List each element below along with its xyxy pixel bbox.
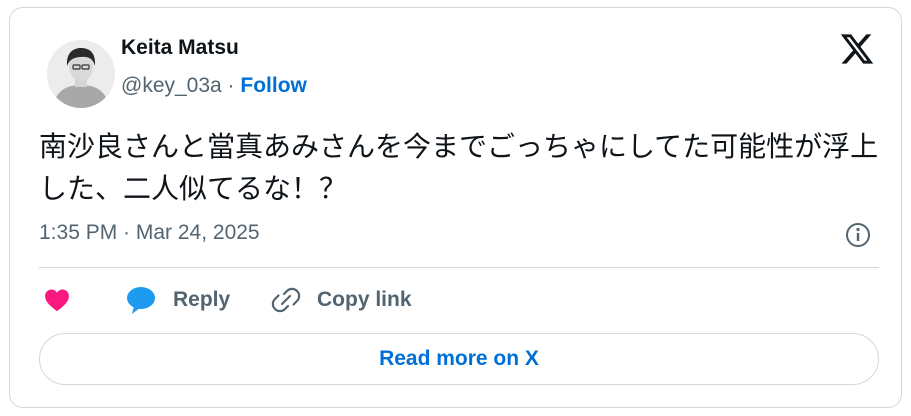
x-logo-icon[interactable]: [839, 31, 875, 67]
author-display-name[interactable]: Keita Matsu: [121, 36, 239, 60]
reply-button[interactable]: Reply: [125, 284, 230, 316]
heart-icon: [45, 289, 69, 312]
avatar-image: [47, 40, 115, 108]
read-more-button[interactable]: Read more on X: [39, 333, 879, 385]
reply-bubble-icon: [127, 287, 155, 314]
divider: [39, 267, 879, 268]
tweet-embed-card: Keita Matsu @key_03a · Follow 南沙良さんと當真あみ…: [9, 7, 902, 408]
follow-button[interactable]: Follow: [240, 74, 307, 97]
reply-label: Reply: [173, 288, 231, 311]
handle-separator: ·: [221, 74, 241, 97]
like-button[interactable]: [43, 284, 71, 316]
tweet-timestamp[interactable]: 1:35 PM · Mar 24, 2025: [39, 221, 260, 245]
author-handle[interactable]: @key_03a: [121, 74, 222, 97]
author-handle-line: @key_03a · Follow: [121, 74, 307, 98]
copy-link-button[interactable]: Copy link: [271, 284, 412, 316]
read-more-label: Read more on X: [379, 347, 539, 370]
copy-link-label: Copy link: [317, 288, 412, 311]
avatar[interactable]: [47, 40, 115, 108]
link-icon: [271, 287, 301, 313]
tweet-text: 南沙良さんと當真あみさんを今までごっちゃにしてた可能性が浮上した、二人似てるな！…: [39, 130, 879, 205]
info-icon[interactable]: [843, 220, 873, 250]
